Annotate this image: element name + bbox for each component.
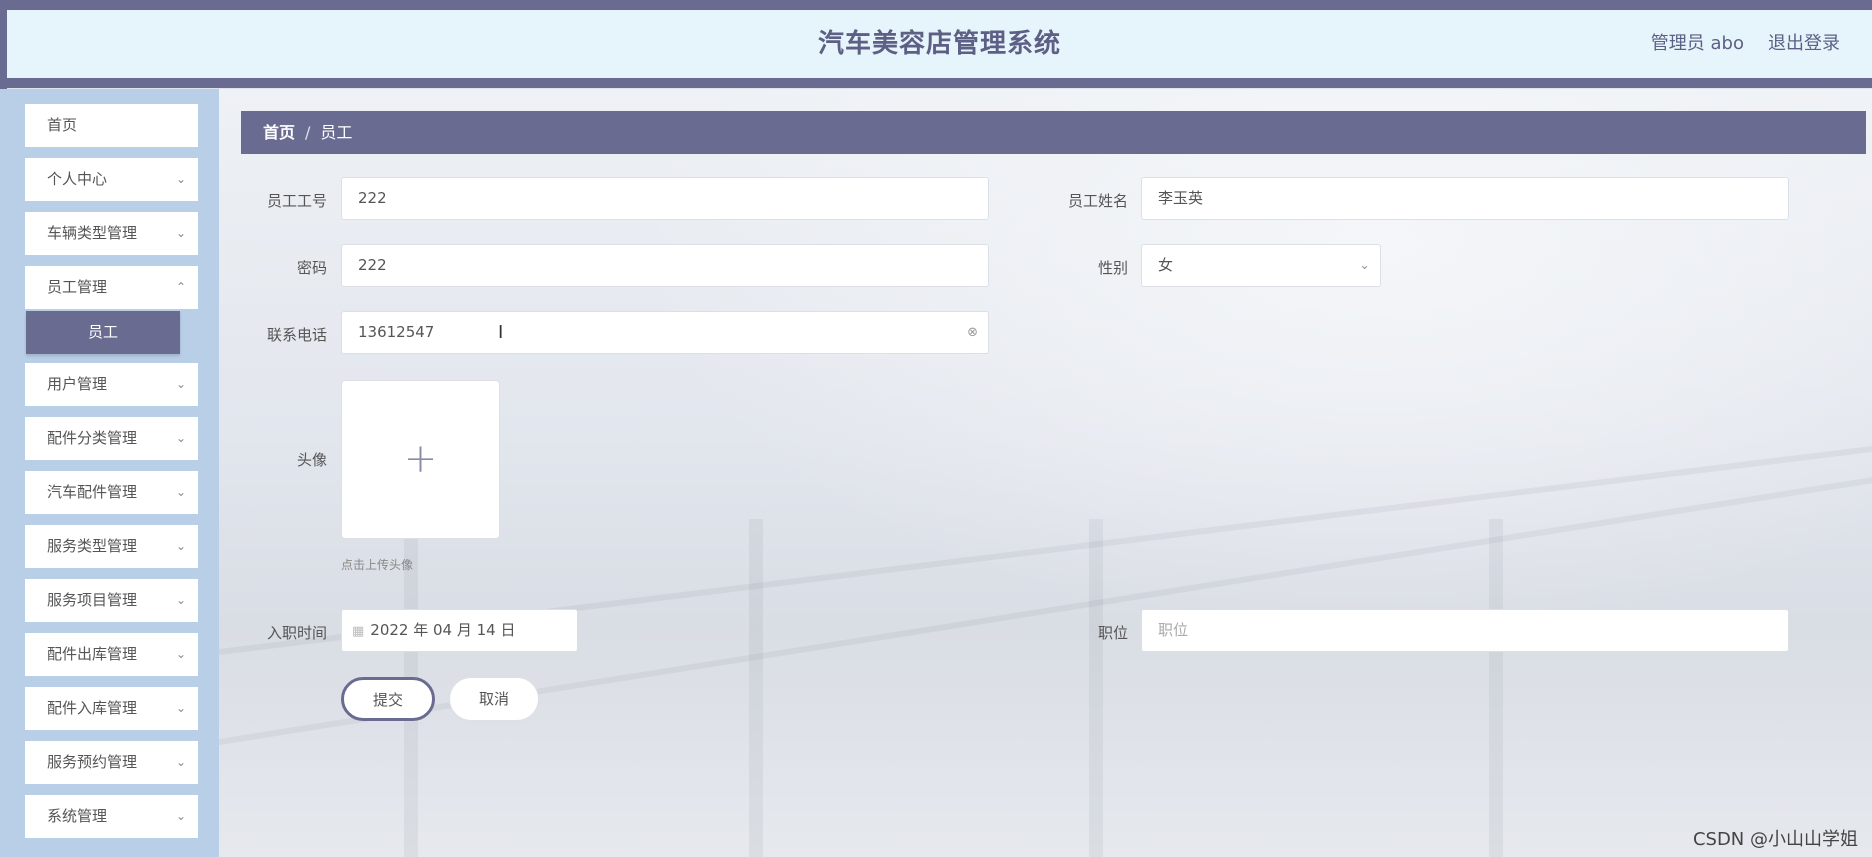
- employee-id-input[interactable]: [358, 178, 925, 218]
- phone-input[interactable]: [358, 312, 925, 352]
- avatar-upload[interactable]: +: [341, 380, 500, 539]
- top-frame-bar: [0, 0, 1872, 10]
- background-decoration: [749, 519, 763, 857]
- admin-user-label: 管理员 abo: [1650, 33, 1744, 54]
- sidebar-item-label: 服务类型管理: [47, 537, 138, 555]
- sidebar-item-system-management[interactable]: 系统管理 ⌄: [25, 795, 198, 838]
- chevron-down-icon: ⌄: [175, 172, 186, 186]
- app-header: 汽车美容店管理系统 管理员 abo 退出登录: [7, 10, 1872, 88]
- avatar-upload-hint: 点击上传头像: [341, 558, 414, 572]
- sidebar-item-label: 配件出库管理: [47, 645, 138, 663]
- breadcrumb: 首页 / 员工: [241, 111, 1866, 154]
- gender-selected-value: 女: [1158, 256, 1174, 274]
- cancel-button[interactable]: 取消: [449, 677, 539, 721]
- chevron-down-icon: ⌄: [1359, 258, 1370, 273]
- chevron-down-icon: ⌄: [175, 431, 186, 445]
- sidebar-item-label: 员工管理: [47, 278, 108, 296]
- watermark: CSDN @小山山学姐: [1692, 829, 1858, 850]
- sidebar-item-parts-inbound[interactable]: 配件入库管理 ⌄: [25, 687, 198, 730]
- sidebar-item-label: 配件入库管理: [47, 699, 138, 717]
- sidebar-item-label: 配件分类管理: [47, 429, 138, 447]
- chevron-down-icon: ⌄: [175, 485, 186, 499]
- logout-button[interactable]: 退出登录: [1768, 10, 1840, 78]
- phone-label: 联系电话: [266, 326, 327, 344]
- employee-name-input[interactable]: [1158, 178, 1725, 217]
- sidebar: 首页 个人中心 ⌄ 车辆类型管理 ⌄ 员工管理 ⌃ 员工 用户管理 ⌄ 配件分类…: [0, 89, 219, 857]
- sidebar-item-home[interactable]: 首页: [25, 104, 198, 147]
- hire-date-value: 2022 年 04 月 14 日: [370, 621, 516, 639]
- chevron-down-icon: ⌄: [175, 226, 186, 240]
- submit-button[interactable]: 提交: [341, 677, 435, 721]
- avatar-label: 头像: [296, 451, 327, 469]
- sidebar-item-service-type[interactable]: 服务类型管理 ⌄: [25, 525, 198, 568]
- sidebar-item-label: 服务项目管理: [47, 591, 138, 609]
- breadcrumb-current: 员工: [320, 123, 353, 142]
- app-title: 汽车美容店管理系统: [817, 29, 1061, 59]
- phone-field[interactable]: ⊗: [341, 311, 989, 354]
- sidebar-item-user-management[interactable]: 用户管理 ⌄: [25, 363, 198, 406]
- chevron-down-icon: ⌄: [175, 647, 186, 661]
- sidebar-item-vehicle-type[interactable]: 车辆类型管理 ⌄: [25, 212, 198, 255]
- sidebar-item-personal-center[interactable]: 个人中心 ⌄: [25, 158, 198, 201]
- position-label: 职位: [1097, 624, 1128, 642]
- sidebar-subitem-employee[interactable]: 员工: [26, 311, 180, 354]
- sidebar-item-service-booking[interactable]: 服务预约管理 ⌄: [25, 741, 198, 784]
- gender-label: 性别: [1097, 259, 1128, 277]
- sidebar-item-employee-management[interactable]: 员工管理 ⌃: [25, 266, 198, 309]
- chevron-up-icon: ⌃: [175, 280, 186, 294]
- sidebar-item-label: 系统管理: [47, 807, 108, 825]
- hire-date-picker[interactable]: ▦ 2022 年 04 月 14 日: [341, 609, 578, 652]
- left-frame-bar: [0, 0, 7, 89]
- employee-name-label: 员工姓名: [1067, 192, 1128, 210]
- sidebar-item-label: 服务预约管理: [47, 753, 138, 771]
- position-input[interactable]: [1158, 610, 1725, 650]
- sidebar-item-car-parts[interactable]: 汽车配件管理 ⌄: [25, 471, 198, 514]
- hire-date-label: 入职时间: [266, 624, 327, 642]
- background-decoration: [1089, 519, 1103, 857]
- employee-id-field[interactable]: [341, 177, 989, 220]
- chevron-down-icon: ⌄: [175, 701, 186, 715]
- sidebar-item-service-item[interactable]: 服务项目管理 ⌄: [25, 579, 198, 622]
- chevron-down-icon: ⌄: [175, 809, 186, 823]
- password-input[interactable]: [358, 245, 925, 285]
- sidebar-item-label: 首页: [47, 116, 78, 134]
- employee-name-field[interactable]: [1141, 177, 1789, 220]
- sidebar-item-label: 车辆类型管理: [47, 224, 138, 242]
- employee-id-label: 员工工号: [266, 192, 327, 210]
- text-cursor-icon: I: [498, 322, 504, 343]
- sidebar-item-parts-category[interactable]: 配件分类管理 ⌄: [25, 417, 198, 460]
- breadcrumb-home-link[interactable]: 首页: [263, 123, 295, 142]
- position-field[interactable]: [1141, 609, 1789, 652]
- gender-select[interactable]: 女 ⌄: [1141, 244, 1381, 287]
- sidebar-item-label: 用户管理: [47, 375, 108, 393]
- chevron-down-icon: ⌄: [175, 377, 186, 391]
- password-label: 密码: [296, 259, 327, 277]
- calendar-icon: ▦: [352, 624, 365, 639]
- background-decoration: [1489, 519, 1503, 857]
- breadcrumb-separator: /: [305, 123, 311, 142]
- chevron-down-icon: ⌄: [175, 593, 186, 607]
- chevron-down-icon: ⌄: [175, 539, 186, 553]
- plus-icon: +: [403, 436, 438, 482]
- clear-icon[interactable]: ⊗: [967, 312, 978, 353]
- sidebar-item-parts-outbound[interactable]: 配件出库管理 ⌄: [25, 633, 198, 676]
- sidebar-item-label: 汽车配件管理: [47, 483, 138, 501]
- password-field[interactable]: [341, 244, 989, 287]
- chevron-down-icon: ⌄: [175, 755, 186, 769]
- sidebar-item-label: 个人中心: [47, 170, 108, 188]
